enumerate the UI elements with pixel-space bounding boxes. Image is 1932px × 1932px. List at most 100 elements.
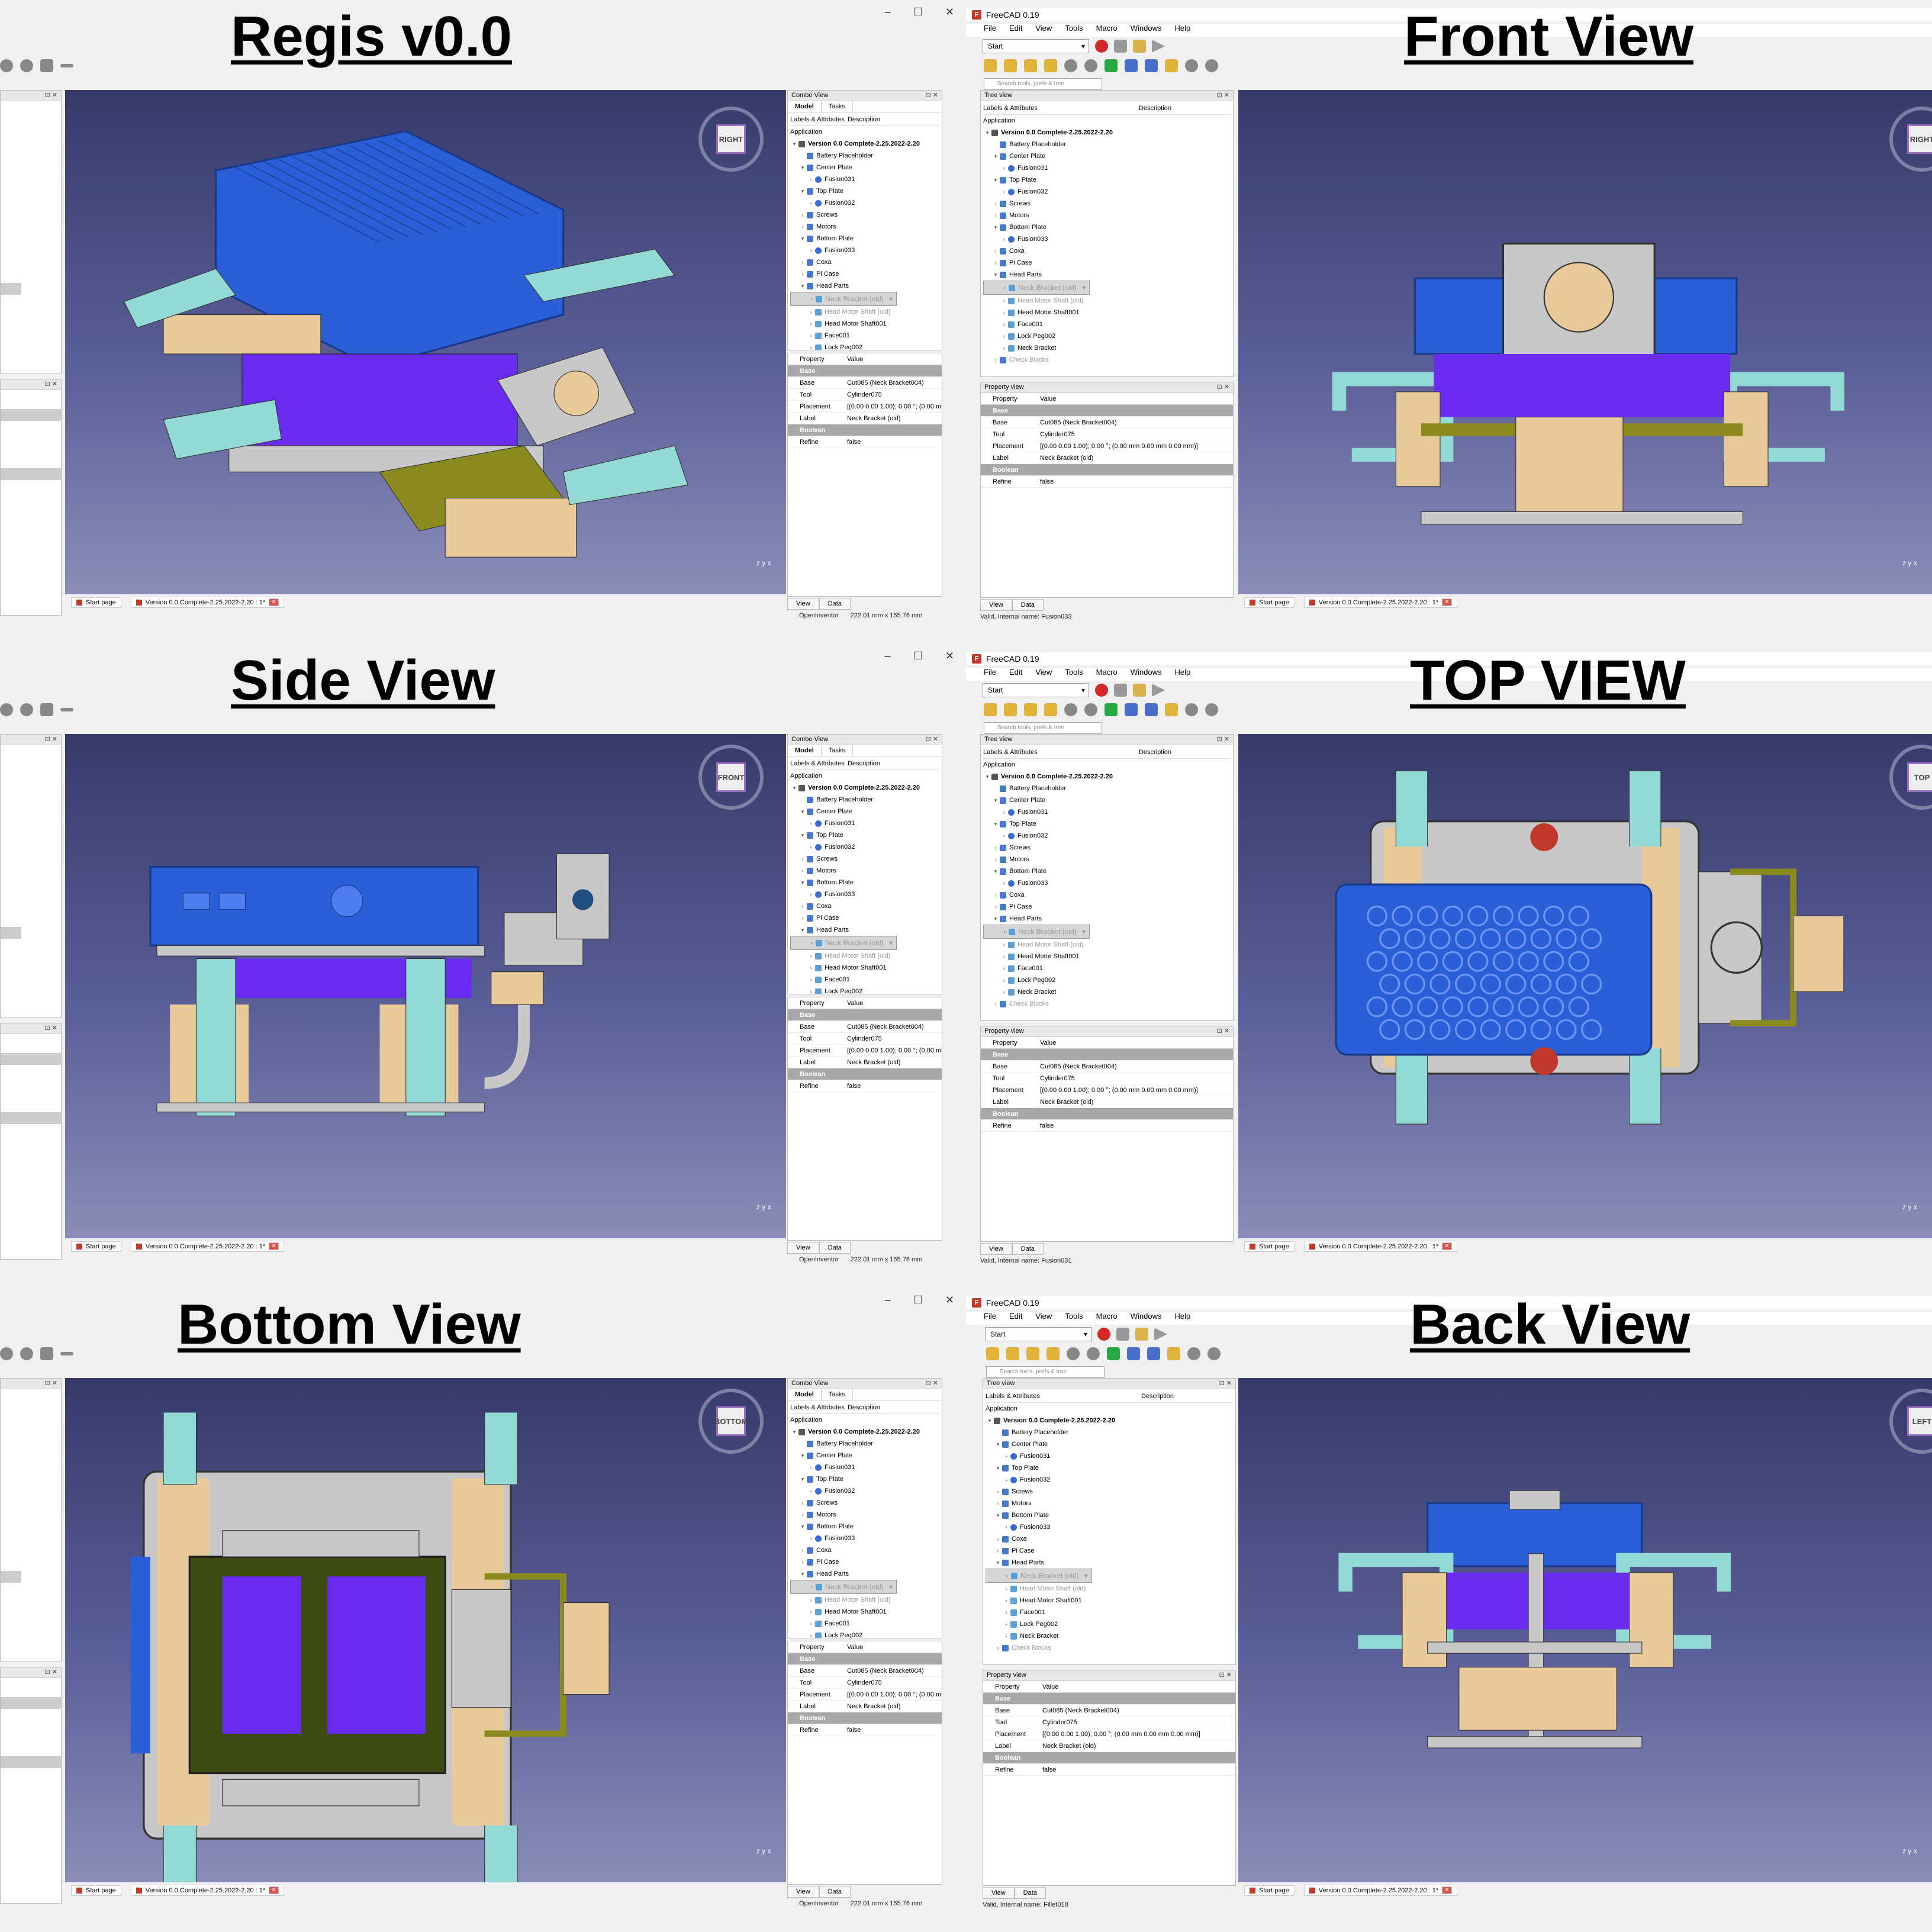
go-forward-icon[interactable] <box>1107 1347 1120 1360</box>
expand-arrow-icon[interactable]: › <box>991 854 1000 865</box>
property-table[interactable]: Property Value Base Base Cut085 (Neck Bracke… <box>788 353 942 448</box>
zoom-out-icon[interactable] <box>60 64 73 67</box>
new-file-icon[interactable] <box>984 703 997 716</box>
3d-viewport[interactable]: z y x <box>1238 734 1932 1238</box>
tree-item[interactable]: ▾ Top Plate <box>790 829 939 841</box>
menu-tools[interactable]: Tools <box>1065 1312 1083 1325</box>
expand-arrow-icon[interactable]: ▾ <box>790 138 798 150</box>
tab-view[interactable]: View <box>980 599 1012 611</box>
tab-start-page[interactable]: Start page <box>71 597 121 608</box>
tree-item[interactable]: ▾ Top Plate <box>986 1462 1233 1474</box>
property-value[interactable]: [(0.00 0.00 1.00); 0.00 °; (0.00 mm 0.00… <box>1040 443 1233 450</box>
tab-start-page[interactable]: Start page <box>71 1885 121 1896</box>
property-row[interactable]: Base Cut085 (Neck Bracket004) <box>983 1705 1235 1717</box>
property-value[interactable]: Cylinder075 <box>847 1035 942 1042</box>
expand-arrow-icon[interactable]: ▾ <box>798 877 807 888</box>
property-value[interactable]: false <box>1040 1122 1233 1129</box>
zoom-out-icon[interactable] <box>1208 1347 1221 1360</box>
tree-item[interactable]: › Pi Case <box>790 1556 939 1568</box>
panel-float-icon[interactable]: ⊡ ✕ <box>1217 735 1230 743</box>
back-arrow-icon[interactable] <box>1125 59 1138 72</box>
maximize-icon[interactable]: ☐ <box>913 650 923 662</box>
expand-arrow-icon[interactable]: › <box>1002 1606 1010 1618</box>
tab-start-page[interactable]: Start page <box>1244 597 1295 608</box>
navigation-cube[interactable]: RIGHT <box>1889 107 1932 172</box>
property-row[interactable]: Label Neck Bracket (old) <box>788 413 942 424</box>
tree-item[interactable]: › Fusion033 <box>983 233 1231 245</box>
property-value[interactable]: Cylinder075 <box>1040 1075 1233 1082</box>
expand-arrow-icon[interactable]: › <box>807 173 815 185</box>
property-row[interactable]: Label Neck Bracket (old) <box>981 452 1233 464</box>
open-file-icon[interactable] <box>1006 1347 1019 1360</box>
navcube-face[interactable]: FRONT <box>716 762 746 792</box>
property-value[interactable]: Cylinder075 <box>847 1679 942 1686</box>
expand-arrow-icon[interactable]: › <box>1000 962 1008 974</box>
tree-item[interactable]: › Head Motor Shaft (old) <box>986 1583 1233 1595</box>
record-macro-icon[interactable] <box>1097 1328 1110 1341</box>
tree-item[interactable]: › Head Motor Shaft (old) <box>790 306 939 318</box>
tree-item[interactable]: ▾ Bottom Plate <box>983 221 1231 233</box>
edit-macro-icon[interactable] <box>1135 1328 1148 1341</box>
expand-arrow-icon[interactable]: › <box>807 950 815 962</box>
property-group[interactable]: Base <box>788 1653 942 1665</box>
model-tree[interactable]: Labels & Attributes Description Applicati… <box>788 1400 942 1638</box>
tree-item[interactable]: › Head Motor Shaft (old) <box>790 950 939 962</box>
tree-item[interactable]: › Fusion032 <box>790 197 939 209</box>
property-group[interactable]: Base <box>983 1693 1235 1705</box>
tree-item[interactable]: › Coxa <box>790 1544 939 1556</box>
close-tab-icon[interactable]: ✕ <box>269 598 279 606</box>
minimize-icon[interactable]: – <box>885 650 891 662</box>
tab-model[interactable]: Model <box>788 101 822 112</box>
menu-view[interactable]: View <box>1035 24 1052 37</box>
tree-item[interactable]: ▾ Bottom Plate <box>790 233 939 244</box>
expand-arrow-icon[interactable]: ▾ <box>991 269 1000 281</box>
expand-arrow-icon[interactable]: › <box>807 1461 815 1473</box>
expand-arrow-icon[interactable]: › <box>1000 282 1009 294</box>
expand-arrow-icon[interactable]: › <box>807 1532 815 1544</box>
tree-item[interactable]: › Coxa <box>983 245 1231 257</box>
model-tree[interactable]: Labels & Attributes Description Applicati… <box>983 1389 1235 1655</box>
tree-item[interactable]: › Check Blocks <box>983 354 1231 366</box>
property-row[interactable]: Base Cut085 (Neck Bracket004) <box>981 1061 1233 1073</box>
property-value[interactable]: [(0.00 0.00 1.00); 0.00 °; (0.00 mm 0.00… <box>847 403 942 410</box>
tree-item[interactable]: ▾ Center Plate <box>983 794 1231 806</box>
expand-arrow-icon[interactable]: › <box>807 1618 815 1630</box>
property-row[interactable]: Refine false <box>981 476 1233 488</box>
property-row[interactable]: Placement [(0.00 0.00 1.00); 0.00 °; (0.0… <box>981 440 1233 452</box>
property-group[interactable]: Boolean <box>788 1712 942 1724</box>
navigation-cube[interactable]: TOP <box>1889 745 1932 810</box>
expand-arrow-icon[interactable]: ▾ <box>991 174 1000 186</box>
panel-float-icon[interactable]: ⊡ ✕ <box>1219 1671 1232 1679</box>
navigation-cube[interactable]: RIGHT <box>698 107 764 172</box>
close-tab-icon[interactable]: ✕ <box>269 1886 279 1894</box>
expand-arrow-icon[interactable]: ▾ <box>983 771 991 783</box>
tree-item[interactable]: ▾ Bottom Plate <box>790 877 939 888</box>
property-row[interactable]: Refine false <box>981 1120 1233 1132</box>
tree-item[interactable]: ▾ Bottom Plate <box>983 865 1231 877</box>
model-tree[interactable]: Labels & Attributes Description Applicati… <box>788 112 942 350</box>
run-macro-icon[interactable] <box>1154 1328 1167 1341</box>
tree-item[interactable]: ▾ Head Parts <box>790 924 939 936</box>
expand-arrow-icon[interactable]: › <box>1000 307 1008 318</box>
property-value[interactable]: Neck Bracket (old) <box>1042 1743 1235 1750</box>
property-value[interactable]: Neck Bracket (old) <box>847 415 942 422</box>
expand-arrow-icon[interactable]: › <box>1000 951 1008 962</box>
property-row[interactable]: Label Neck Bracket (old) <box>981 1096 1233 1108</box>
expand-arrow-icon[interactable]: › <box>807 888 815 900</box>
run-macro-icon[interactable] <box>1152 684 1165 697</box>
tab-tasks[interactable]: Tasks <box>822 101 853 112</box>
expand-arrow-icon[interactable]: › <box>1000 974 1008 986</box>
expand-arrow-icon[interactable]: › <box>807 293 816 305</box>
menu-edit[interactable]: Edit <box>1009 24 1022 37</box>
navcube-face[interactable]: TOP <box>1907 762 1932 792</box>
tree-item[interactable]: ▾ Top Plate <box>983 174 1231 186</box>
tree-item[interactable]: › Face001 <box>983 318 1231 330</box>
minimize-icon[interactable]: – <box>885 1294 891 1306</box>
menu-tools[interactable]: Tools <box>1065 24 1083 37</box>
zoom-in-icon[interactable] <box>1185 59 1198 72</box>
tree-item[interactable]: › Motors <box>790 865 939 877</box>
menu-file[interactable]: File <box>984 1312 996 1325</box>
property-value[interactable]: false <box>847 439 942 446</box>
stop-icon[interactable] <box>1084 703 1097 716</box>
property-row[interactable]: Placement [(0.00 0.00 1.00); 0.00 °; (0.0… <box>788 401 942 413</box>
